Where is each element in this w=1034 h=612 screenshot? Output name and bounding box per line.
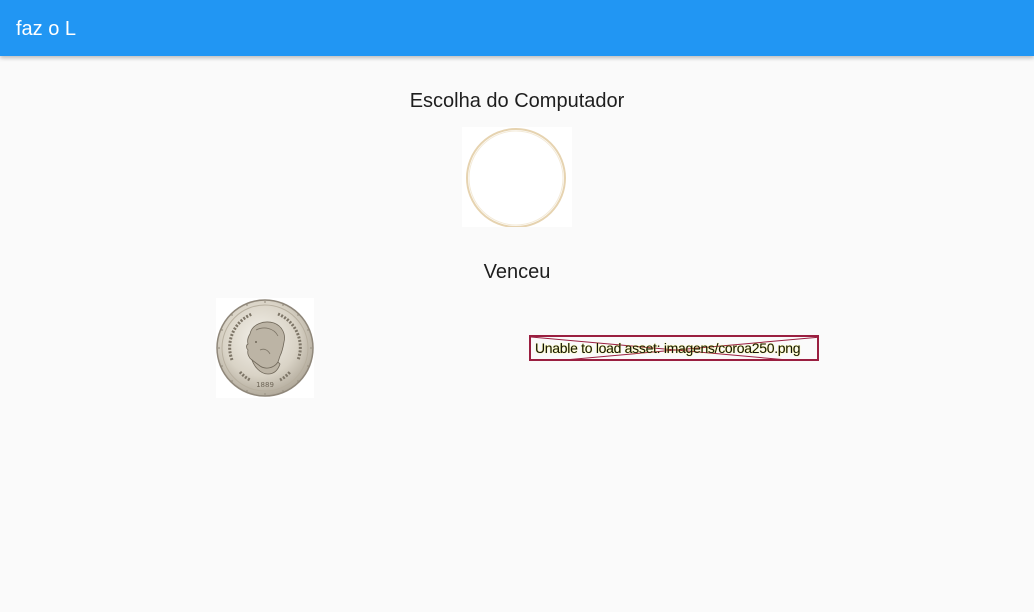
app-bar: faz o L bbox=[0, 0, 1034, 56]
tails-option-button[interactable]: Unable to load asset: imagens/coroa250.p… bbox=[529, 335, 819, 361]
computer-choice-image bbox=[462, 127, 572, 228]
coin-year-text: 1889 bbox=[256, 381, 274, 389]
coin-heads-portrait-icon: 1889 bbox=[216, 299, 314, 397]
computer-choice-label: Escolha do Computador bbox=[409, 90, 625, 112]
app-title: faz o L bbox=[16, 18, 77, 40]
coin-blank-icon bbox=[466, 128, 566, 228]
result-label: Venceu bbox=[483, 261, 551, 283]
image-load-error-text: Unable to load asset: imagens/coroa250.p… bbox=[535, 340, 801, 356]
heads-option-button[interactable]: 1889 bbox=[216, 298, 314, 398]
